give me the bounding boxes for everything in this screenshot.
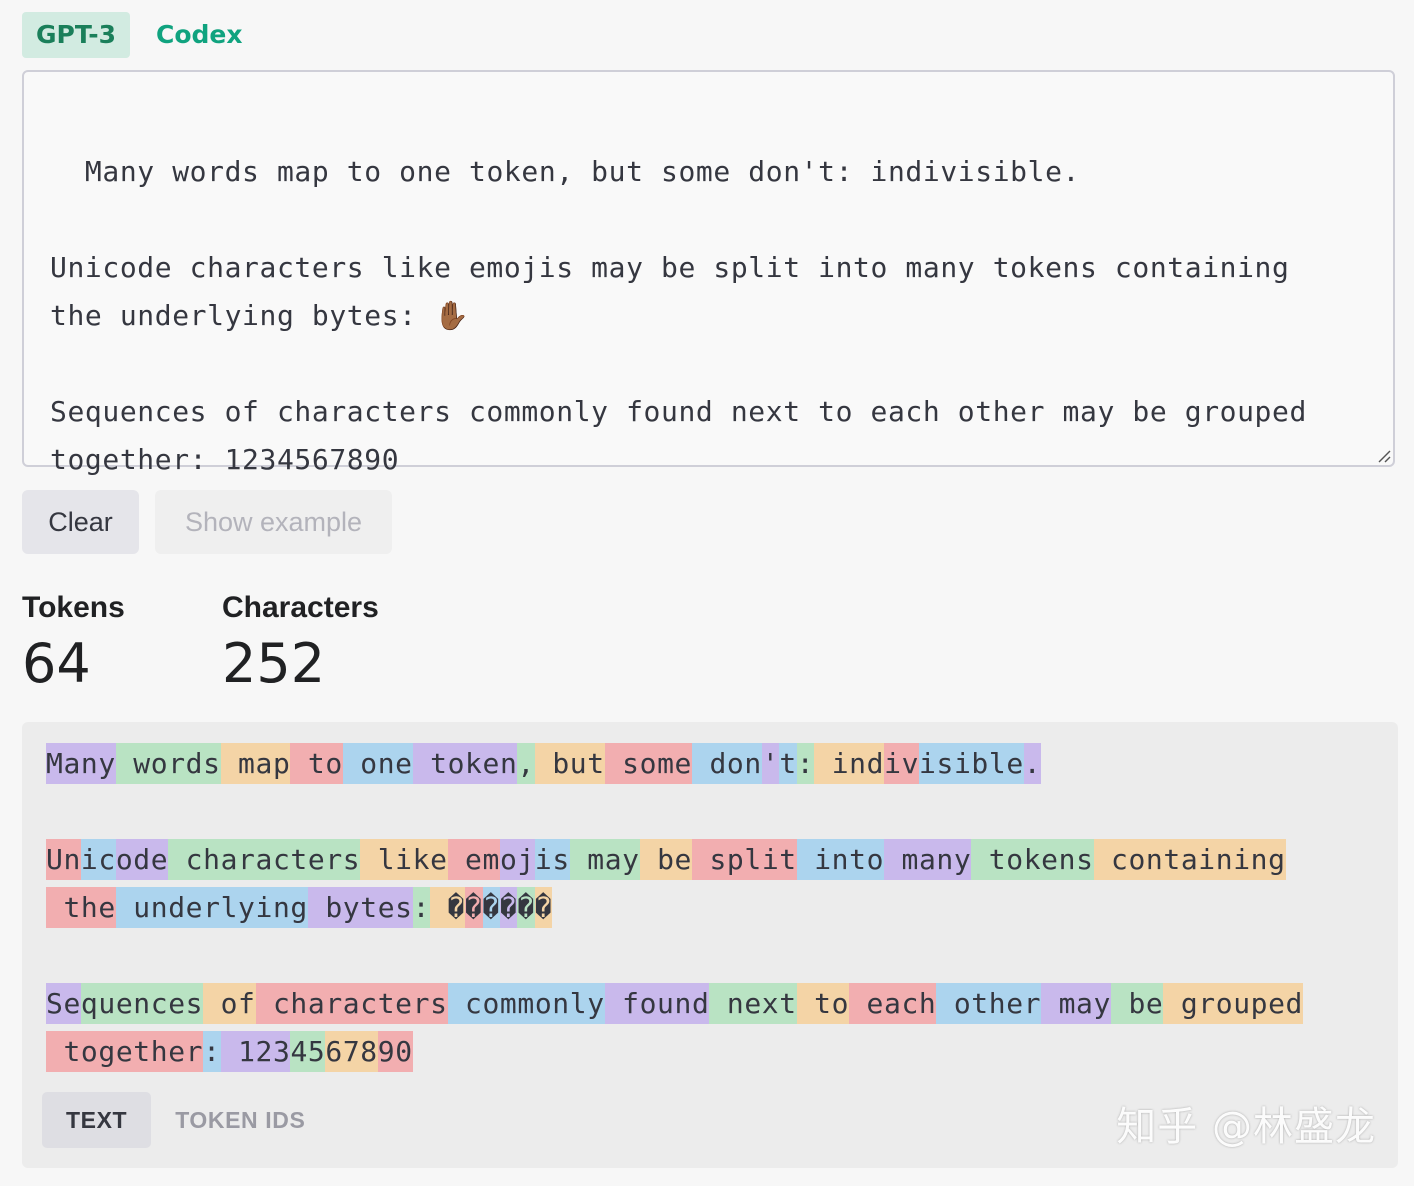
token: next: [709, 983, 797, 1024]
token: 45: [290, 1031, 326, 1072]
token: but: [534, 743, 605, 784]
token: together: [46, 1031, 204, 1072]
tokens-stat: Tokens 64: [22, 588, 125, 696]
watermark: 知乎 @林盛龙: [1116, 1104, 1376, 1150]
token: underlying: [115, 887, 308, 928]
token: commonly: [447, 983, 605, 1024]
tokens-count: 64: [22, 632, 91, 695]
token: token: [412, 743, 518, 784]
token: 90: [377, 1031, 413, 1072]
token: �: [482, 887, 500, 928]
token: many: [884, 839, 972, 880]
token: containing: [1093, 839, 1286, 880]
tab-token-ids[interactable]: TOKEN IDS: [151, 1092, 329, 1148]
resize-handle-icon[interactable]: [1375, 447, 1391, 463]
token: characters: [255, 983, 448, 1024]
tab-text[interactable]: TEXT: [42, 1092, 152, 1148]
characters-label: Characters: [222, 591, 379, 624]
show-example-button[interactable]: Show example: [155, 490, 392, 554]
token: bytes: [307, 887, 413, 928]
token: don: [692, 743, 762, 784]
token: to: [796, 983, 850, 1024]
token: �: [465, 887, 483, 928]
token: be: [639, 839, 692, 880]
token: other: [936, 983, 1042, 1024]
token: found: [604, 983, 710, 1024]
token-display: Many words map to one token, but some do…: [46, 740, 1374, 1080]
token: ': [761, 743, 780, 784]
token: some: [604, 743, 693, 784]
token: ,: [517, 743, 535, 784]
token: ode: [115, 839, 169, 880]
model-tabs: GPT-3 Codex: [22, 12, 257, 58]
tokens-label: Tokens: [22, 591, 125, 624]
prompt-input[interactable]: Many words map to one token, but some do…: [22, 70, 1395, 476]
token: split: [692, 839, 797, 880]
view-tabs: TEXT TOKEN IDS: [42, 1092, 329, 1148]
characters-count: 252: [222, 632, 326, 695]
token: oj: [499, 839, 535, 880]
token: ind: [814, 743, 885, 784]
token: :: [796, 743, 815, 784]
token: isible: [919, 743, 1024, 784]
token: �: [534, 887, 553, 928]
token: Many: [46, 743, 116, 784]
token: iv: [884, 743, 920, 784]
token: to: [290, 743, 343, 784]
tab-codex[interactable]: Codex: [142, 12, 257, 58]
token: one: [342, 743, 413, 784]
token: is: [534, 839, 570, 880]
token: quences: [80, 983, 204, 1024]
token: ic: [80, 839, 116, 880]
token: �: [517, 887, 535, 928]
token: may: [1041, 983, 1111, 1024]
token: Un: [46, 839, 81, 880]
characters-stat: Characters 252: [222, 588, 379, 696]
token: tokens: [971, 839, 1094, 880]
token: each: [849, 983, 937, 1024]
token: into: [796, 839, 885, 880]
token: t: [779, 743, 797, 784]
token: em: [447, 839, 500, 880]
token: the: [46, 887, 116, 928]
clear-button[interactable]: Clear: [22, 490, 139, 554]
prompt-text[interactable]: Many words map to one token, but some do…: [50, 155, 1307, 476]
token: .: [1023, 743, 1042, 784]
token: Se: [46, 983, 81, 1024]
token: characters: [168, 839, 361, 880]
tab-gpt3[interactable]: GPT-3: [22, 12, 130, 58]
token: 678: [325, 1031, 378, 1072]
token: be: [1110, 983, 1164, 1024]
token: :: [412, 887, 431, 928]
token: words: [115, 743, 221, 784]
token: grouped: [1163, 983, 1304, 1024]
token: map: [220, 743, 291, 784]
token: like: [360, 839, 448, 880]
token: may: [569, 839, 640, 880]
token: of: [203, 983, 256, 1024]
token: �: [499, 887, 518, 928]
token: �: [430, 887, 466, 928]
token: 123: [220, 1031, 291, 1072]
token: :: [203, 1031, 221, 1072]
